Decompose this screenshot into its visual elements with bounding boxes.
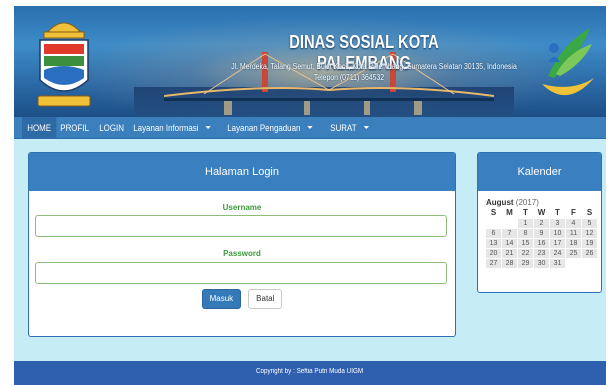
calendar-day[interactable]: 2 [534,219,549,228]
calendar-weekday: W [537,208,546,217]
calendar-day[interactable]: 12 [582,229,597,238]
nav-home[interactable]: HOME [22,116,57,139]
username-label: Username [222,203,262,212]
calendar-day[interactable]: 6 [486,229,501,238]
calendar-day[interactable]: 7 [502,229,517,238]
calendar-month: August [486,198,514,207]
calendar-weekday: T [523,208,528,217]
password-label: Password [223,249,261,258]
calendar-empty-cell [502,219,517,228]
calendar-title: Kalender [478,153,601,191]
password-input[interactable] [35,262,447,284]
calendar-weekday: S [490,208,497,217]
kemensos-social-logo-icon [542,28,594,96]
site-address: Jl. Merdeka, Talang Semut, Bukit Kecil, … [231,62,517,71]
calendar-weekday: S [586,208,593,217]
calendar-empty-cell [486,219,501,228]
calendar-day[interactable]: 18 [566,239,581,248]
calendar-day[interactable]: 9 [534,229,549,238]
site-phone: Telepon (0711) 364532 [313,73,385,82]
calendar-day[interactable]: 28 [502,259,517,268]
nav-profil-label: PROFIL [60,122,89,133]
chevron-down-icon [363,126,369,129]
calendar-day[interactable]: 23 [534,249,549,258]
nav-surat-label: SURAT [329,122,357,133]
calendar-day[interactable]: 19 [582,239,597,248]
calendar-day[interactable]: 25 [566,249,581,258]
nav-profil[interactable]: PROFIL [55,117,94,139]
calendar-day[interactable]: 24 [550,249,565,258]
nav-layanan-pengaduan-label: Layanan Pengaduan [226,122,300,133]
calendar-day[interactable]: 22 [518,249,533,258]
calendar-day[interactable]: 30 [534,259,549,268]
calendar-day[interactable]: 8 [518,229,533,238]
calendar-day[interactable]: 21 [502,249,517,258]
calendar-day[interactable]: 29 [518,259,533,268]
calendar-day[interactable]: 5 [582,219,597,228]
username-input[interactable] [35,215,447,237]
nav-home-label: HOME [27,122,52,133]
calendar-day[interactable]: 4 [566,219,581,228]
masuk-button[interactable]: Masuk [201,289,242,309]
calendar-weekday: F [571,208,576,217]
page-footer: Copyright by : Seftia Putri Muda UIGM [14,361,606,385]
calendar-panel: Kalender August (2017) SMTWTFS1234567891… [477,152,602,293]
calendar-day[interactable]: 14 [502,239,517,248]
login-button-row: Masuk Batal [29,289,455,309]
calendar-day[interactable]: 13 [486,239,501,248]
calendar-day[interactable]: 26 [582,249,597,258]
calendar-weekday: T [555,208,560,217]
chevron-down-icon [307,126,313,129]
palembang-city-emblem-icon [37,22,91,107]
calendar-year: (2017) [515,198,539,207]
nav-surat[interactable]: SURAT [325,117,374,139]
header-banner: DINAS SOSIAL KOTA PALEMBANG Jl. Merdeka,… [14,6,606,117]
nav-layanan-pengaduan[interactable]: Layanan Pengaduan [222,117,318,139]
calendar-day[interactable]: 20 [486,249,501,258]
nav-layanan-informasi[interactable]: Layanan Informasi [128,117,216,139]
calendar-day[interactable]: 16 [534,239,549,248]
chevron-down-icon [205,126,211,129]
login-panel-title: Halaman Login [29,153,455,191]
calendar-weekday: M [506,208,513,217]
calendar-day[interactable]: 3 [550,219,565,228]
calendar-day[interactable]: 31 [550,259,565,268]
main-navbar: HOME PROFIL LOGIN Layanan Informasi Laya… [14,116,606,139]
calendar-month-header: August (2017) [486,198,601,207]
login-panel: Halaman Login Username Password Masuk Ba… [28,152,456,337]
copyright-text: Copyright by : Seftia Putri Muda UIGM [256,368,364,375]
calendar-day[interactable]: 15 [518,239,533,248]
calendar-body: August (2017) S M T W T F S 1 2 3 4 5 6 7 8 9 10 11 12 13 14… [478,191,601,268]
batal-button[interactable]: Batal [248,289,283,309]
calendar-grid: S M T W T F S 1 2 3 4 5 6 7 8 9 10 11 12 13 14 15 16 17 18 19 20 21… [486,208,601,268]
nav-layanan-informasi-label: Layanan Informasi [132,122,198,133]
page-frame: DINAS SOSIAL KOTA PALEMBANG Jl. Merdeka,… [14,6,606,385]
calendar-day[interactable]: 27 [486,259,501,268]
nav-login-label: LOGIN [98,122,124,133]
calendar-empty-cell [566,259,581,268]
calendar-day[interactable]: 10 [550,229,565,238]
nav-login[interactable]: LOGIN [94,117,129,139]
calendar-day[interactable]: 17 [550,239,565,248]
calendar-empty-cell [582,259,597,268]
calendar-day[interactable]: 11 [566,229,581,238]
calendar-day[interactable]: 1 [518,219,533,228]
